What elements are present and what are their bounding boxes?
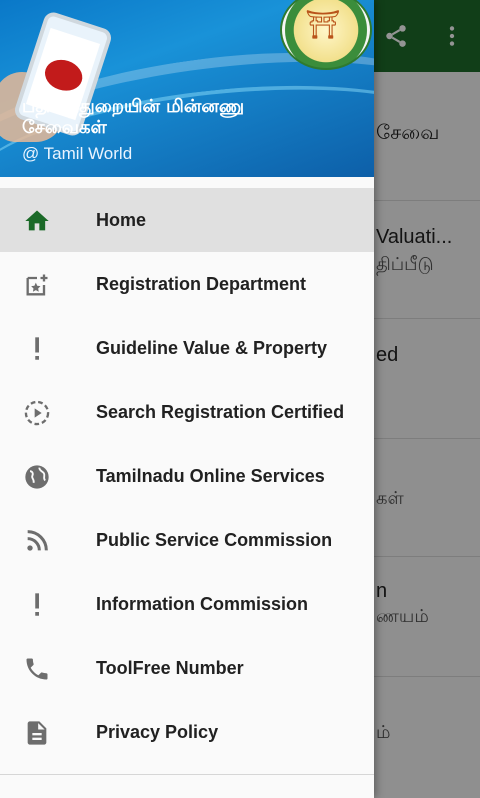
menu-divider: [0, 774, 374, 775]
menu-item-label: Tamilnadu Online Services: [96, 466, 325, 486]
temple-icon: ⛩: [305, 9, 341, 40]
drawer-header-title: பதிவுத்துறையின் மின்னணு சேவைகள்: [22, 96, 245, 138]
menu-item-label: Registration Department: [96, 274, 307, 294]
menu-item-label: Privacy Policy: [96, 722, 219, 742]
menu-item-label: Home: [96, 210, 147, 230]
drawer-header-subtitle: @ Tamil World: [22, 144, 133, 163]
navigation-drawer: ⛩ பதிவுத்துறையின் மின்னணு சேவைகள் @ Tami…: [0, 0, 374, 798]
menu-item-toolfree-number[interactable]: ToolFree Number: [0, 636, 374, 700]
menu-item-label: Information Commission: [96, 594, 309, 614]
menu-item-home[interactable]: Home: [0, 188, 374, 252]
menu-item-public-service-commission[interactable]: Public Service Commission: [0, 508, 374, 572]
menu-item-tamilnadu-online-services[interactable]: Tamilnadu Online Services: [0, 444, 374, 508]
menu-item-guideline-value[interactable]: Guideline Value & Property: [0, 316, 374, 380]
phone-badge: [40, 55, 87, 96]
menu-item-label: Search Registration Certified: [96, 402, 345, 422]
menu-item-information-commission[interactable]: Information Commission: [0, 572, 374, 636]
phone-icon: [22, 654, 52, 684]
drawer-menu: Home Registration Department Guideline V…: [0, 188, 374, 764]
globe-icon: [22, 462, 52, 492]
slow-motion-video-icon: [22, 398, 52, 428]
add-photo-icon: [22, 270, 52, 300]
description-icon: [22, 718, 52, 748]
exclamation-icon: [22, 590, 52, 620]
menu-item-label: ToolFree Number: [96, 658, 244, 678]
rss-feed-icon: [22, 526, 52, 556]
home-icon: [22, 206, 52, 236]
menu-item-privacy-policy[interactable]: Privacy Policy: [0, 700, 374, 764]
menu-item-registration-department[interactable]: Registration Department: [0, 252, 374, 316]
exclamation-icon: [22, 334, 52, 364]
menu-item-search-registration[interactable]: Search Registration Certified: [0, 380, 374, 444]
menu-item-label: Public Service Commission: [96, 530, 333, 550]
menu-item-label: Guideline Value & Property: [96, 338, 328, 358]
drawer-header: ⛩ பதிவுத்துறையின் மின்னணு சேவைகள் @ Tami…: [0, 0, 374, 177]
